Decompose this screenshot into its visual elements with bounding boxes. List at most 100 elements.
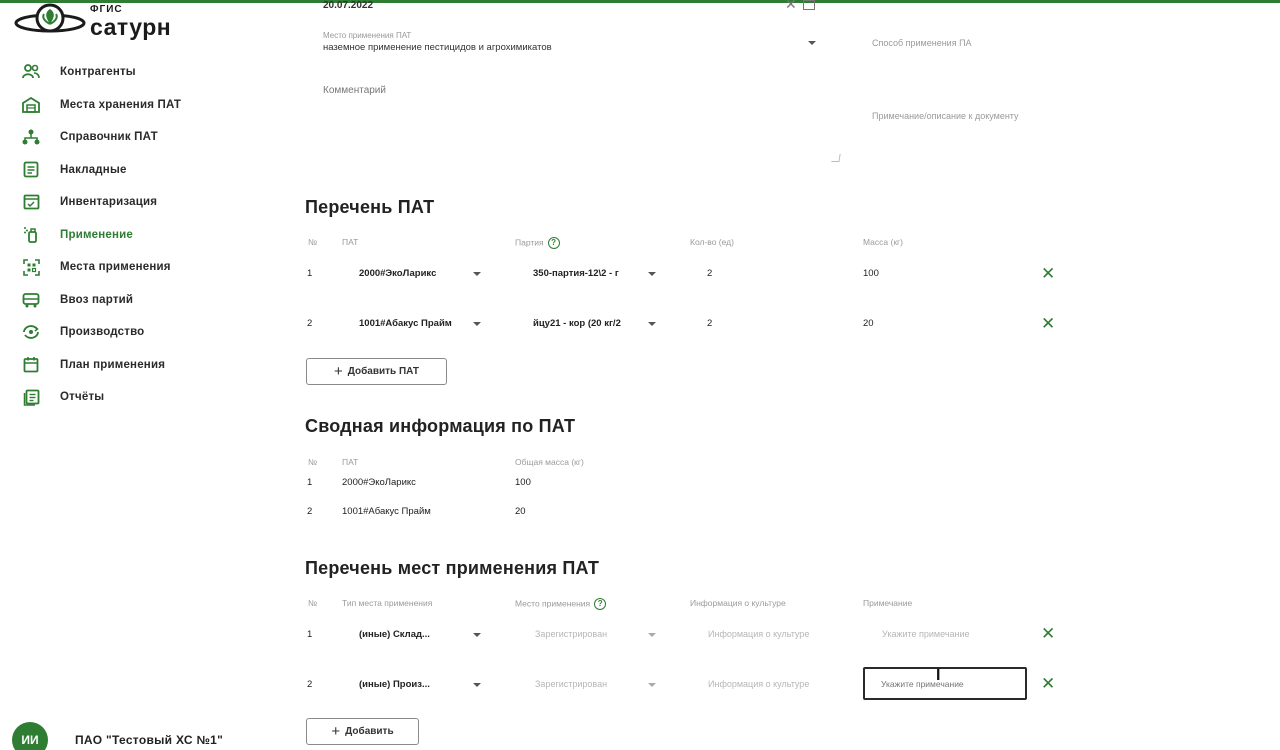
delete-row-icon[interactable]: ✕: [1041, 315, 1055, 332]
sidebar-item-label: Отчёты: [60, 391, 105, 404]
sidebar-item-reports[interactable]: Отчёты: [20, 381, 280, 414]
method-field-placeholder[interactable]: Способ применения ПА: [872, 38, 972, 48]
quantity-input[interactable]: 2: [707, 268, 712, 279]
sidebar-item-storage[interactable]: Места хранения ПАТ: [20, 89, 280, 122]
chevron-down-icon[interactable]: [473, 322, 481, 326]
calendar-icon: [20, 355, 42, 375]
sidebar-item-places[interactable]: Места применения: [20, 251, 280, 284]
calendar-picker-icon[interactable]: [802, 0, 815, 11]
pat-select[interactable]: 1001#Абакус Прайм: [359, 318, 452, 329]
note-input-focused[interactable]: [863, 667, 1027, 700]
chevron-down-icon[interactable]: [808, 41, 816, 45]
chevron-down-icon[interactable]: [648, 633, 656, 637]
column-header: Тип места применения: [342, 598, 433, 608]
place-select[interactable]: Зарегистрирован: [535, 679, 607, 689]
place-select-value[interactable]: наземное применение пестицидов и агрохим…: [323, 42, 552, 53]
sidebar-item-import[interactable]: Ввоз партий: [20, 284, 280, 317]
place-type-select[interactable]: (иные) Произ...: [359, 679, 430, 690]
add-pat-button[interactable]: + Добавить ПАТ: [306, 358, 447, 385]
add-place-label: Добавить: [345, 726, 394, 737]
saturn-logo-icon: [14, 3, 86, 33]
sidebar-item-label: План применения: [60, 358, 166, 371]
chevron-down-icon[interactable]: [473, 272, 481, 276]
row-number: 1: [307, 629, 313, 640]
summary-pat: 1001#Абакус Прайм: [342, 506, 431, 517]
column-header: ПАТ: [342, 237, 359, 247]
help-icon[interactable]: ?: [594, 598, 607, 610]
chevron-down-icon[interactable]: [648, 272, 656, 276]
row-number: 2: [307, 679, 313, 690]
delete-row-icon[interactable]: ✕: [1041, 265, 1055, 282]
textarea-resize-handle[interactable]: [831, 154, 841, 162]
column-header-place: Место применения?: [515, 598, 607, 610]
main-content: 20.07.2022 ✕ Место применения ПАТ наземн…: [305, 0, 1280, 750]
sidebar-item-invoices[interactable]: Накладные: [20, 154, 280, 187]
sidebar-item-counterparties[interactable]: Контрагенты: [20, 56, 280, 89]
logo[interactable]: ФГИС сатурн: [14, 2, 189, 44]
sidebar-item-plan[interactable]: План применения: [20, 349, 280, 382]
summary-title: Сводная информация по ПАТ: [305, 416, 576, 436]
column-header-label: Партия: [515, 237, 544, 248]
sidebar-nav: Контрагенты Места хранения ПАТ Справочни…: [20, 56, 280, 414]
sidebar-item-label: Накладные: [60, 163, 127, 176]
sidebar: ФГИС сатурн Контрагенты Места хранения П…: [0, 0, 290, 750]
spray-bottle-icon: [20, 225, 42, 245]
document-icon: [20, 160, 42, 180]
row-number: 2: [307, 506, 313, 517]
factory-icon: [20, 322, 42, 342]
batch-select[interactable]: йцу21 - кор (20 кг/2: [533, 318, 621, 329]
mass-input[interactable]: 100: [863, 268, 879, 279]
column-header: №: [308, 598, 318, 608]
warehouse-icon: [20, 95, 42, 115]
sidebar-item-inventory[interactable]: Инвентаризация: [20, 186, 280, 219]
column-header-label: Место применения: [515, 598, 591, 609]
avatar[interactable]: ИИ: [12, 722, 48, 750]
column-header: №: [308, 457, 318, 467]
sidebar-item-production[interactable]: Производство: [20, 316, 280, 349]
column-header-batch: Партия?: [515, 237, 560, 249]
summary-mass: 100: [515, 477, 531, 488]
chevron-down-icon[interactable]: [473, 633, 481, 637]
sidebar-item-directory[interactable]: Справочник ПАТ: [20, 121, 280, 154]
pat-select[interactable]: 2000#ЭкоЛарикс: [359, 268, 436, 279]
place-type-select[interactable]: (иные) Склад...: [359, 629, 430, 640]
help-icon[interactable]: ?: [547, 237, 560, 249]
inventory-icon: [20, 192, 42, 212]
places-title: Перечень мест применения ПАТ: [305, 558, 600, 578]
chevron-down-icon[interactable]: [648, 683, 656, 687]
clear-icon[interactable]: ✕: [785, 0, 797, 12]
row-number: 2: [307, 318, 313, 329]
chevron-down-icon[interactable]: [648, 322, 656, 326]
sidebar-item-label: Инвентаризация: [60, 196, 158, 209]
column-header: Примечание: [863, 598, 913, 608]
column-header: Кол-во (ед): [690, 237, 734, 247]
delete-row-icon[interactable]: ✕: [1041, 625, 1055, 642]
date-field[interactable]: 20.07.2022: [323, 0, 373, 11]
quantity-input[interactable]: 2: [707, 318, 712, 329]
note-input[interactable]: Укажите примечание: [882, 629, 970, 639]
pat-list-title: Перечень ПАТ: [305, 197, 435, 217]
culture-info-input[interactable]: Информация о культуре: [708, 679, 809, 689]
chevron-down-icon[interactable]: [473, 683, 481, 687]
mass-input[interactable]: 20: [863, 318, 874, 329]
delete-row-icon[interactable]: ✕: [1041, 675, 1055, 692]
logo-big-text: сатурн: [90, 14, 172, 40]
truck-icon: [20, 290, 42, 310]
column-header: Масса (кг): [863, 237, 903, 247]
sidebar-item-label: Контрагенты: [60, 66, 136, 79]
document-note-placeholder[interactable]: Примечание/описание к документу: [872, 111, 1019, 121]
sidebar-item-label: Справочник ПАТ: [60, 131, 158, 144]
row-number: 1: [307, 477, 313, 488]
place-field-label: Место применения ПАТ: [323, 31, 412, 40]
column-header: Общая масса (кг): [515, 457, 584, 467]
place-select[interactable]: Зарегистрирован: [535, 629, 607, 639]
comment-field-label[interactable]: Комментарий: [323, 85, 386, 96]
add-pat-label: Добавить ПАТ: [347, 366, 419, 377]
add-place-button[interactable]: + Добавить: [306, 718, 419, 745]
sidebar-item-application[interactable]: Применение: [20, 219, 280, 252]
organization-switcher[interactable]: ИИ ПАО "Тестовый ХС №1": [12, 722, 223, 750]
batch-select[interactable]: 350-партия-12\2 - г: [533, 268, 619, 279]
culture-info-input[interactable]: Информация о культуре: [708, 629, 809, 639]
column-header: ПАТ: [342, 457, 359, 467]
date-controls: ✕: [785, 0, 815, 13]
